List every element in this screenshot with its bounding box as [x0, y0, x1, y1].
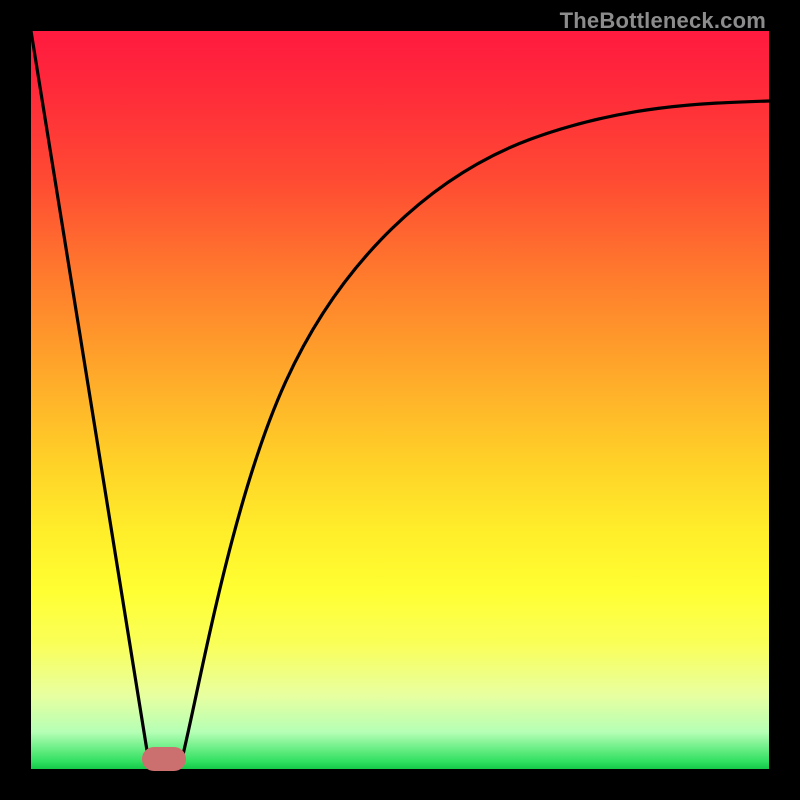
chart-frame: TheBottleneck.com	[0, 0, 800, 800]
curve-right	[181, 101, 769, 763]
plot-area	[31, 31, 769, 769]
trough-marker	[142, 747, 186, 771]
bottleneck-curve	[31, 31, 769, 769]
curve-left	[31, 31, 149, 763]
